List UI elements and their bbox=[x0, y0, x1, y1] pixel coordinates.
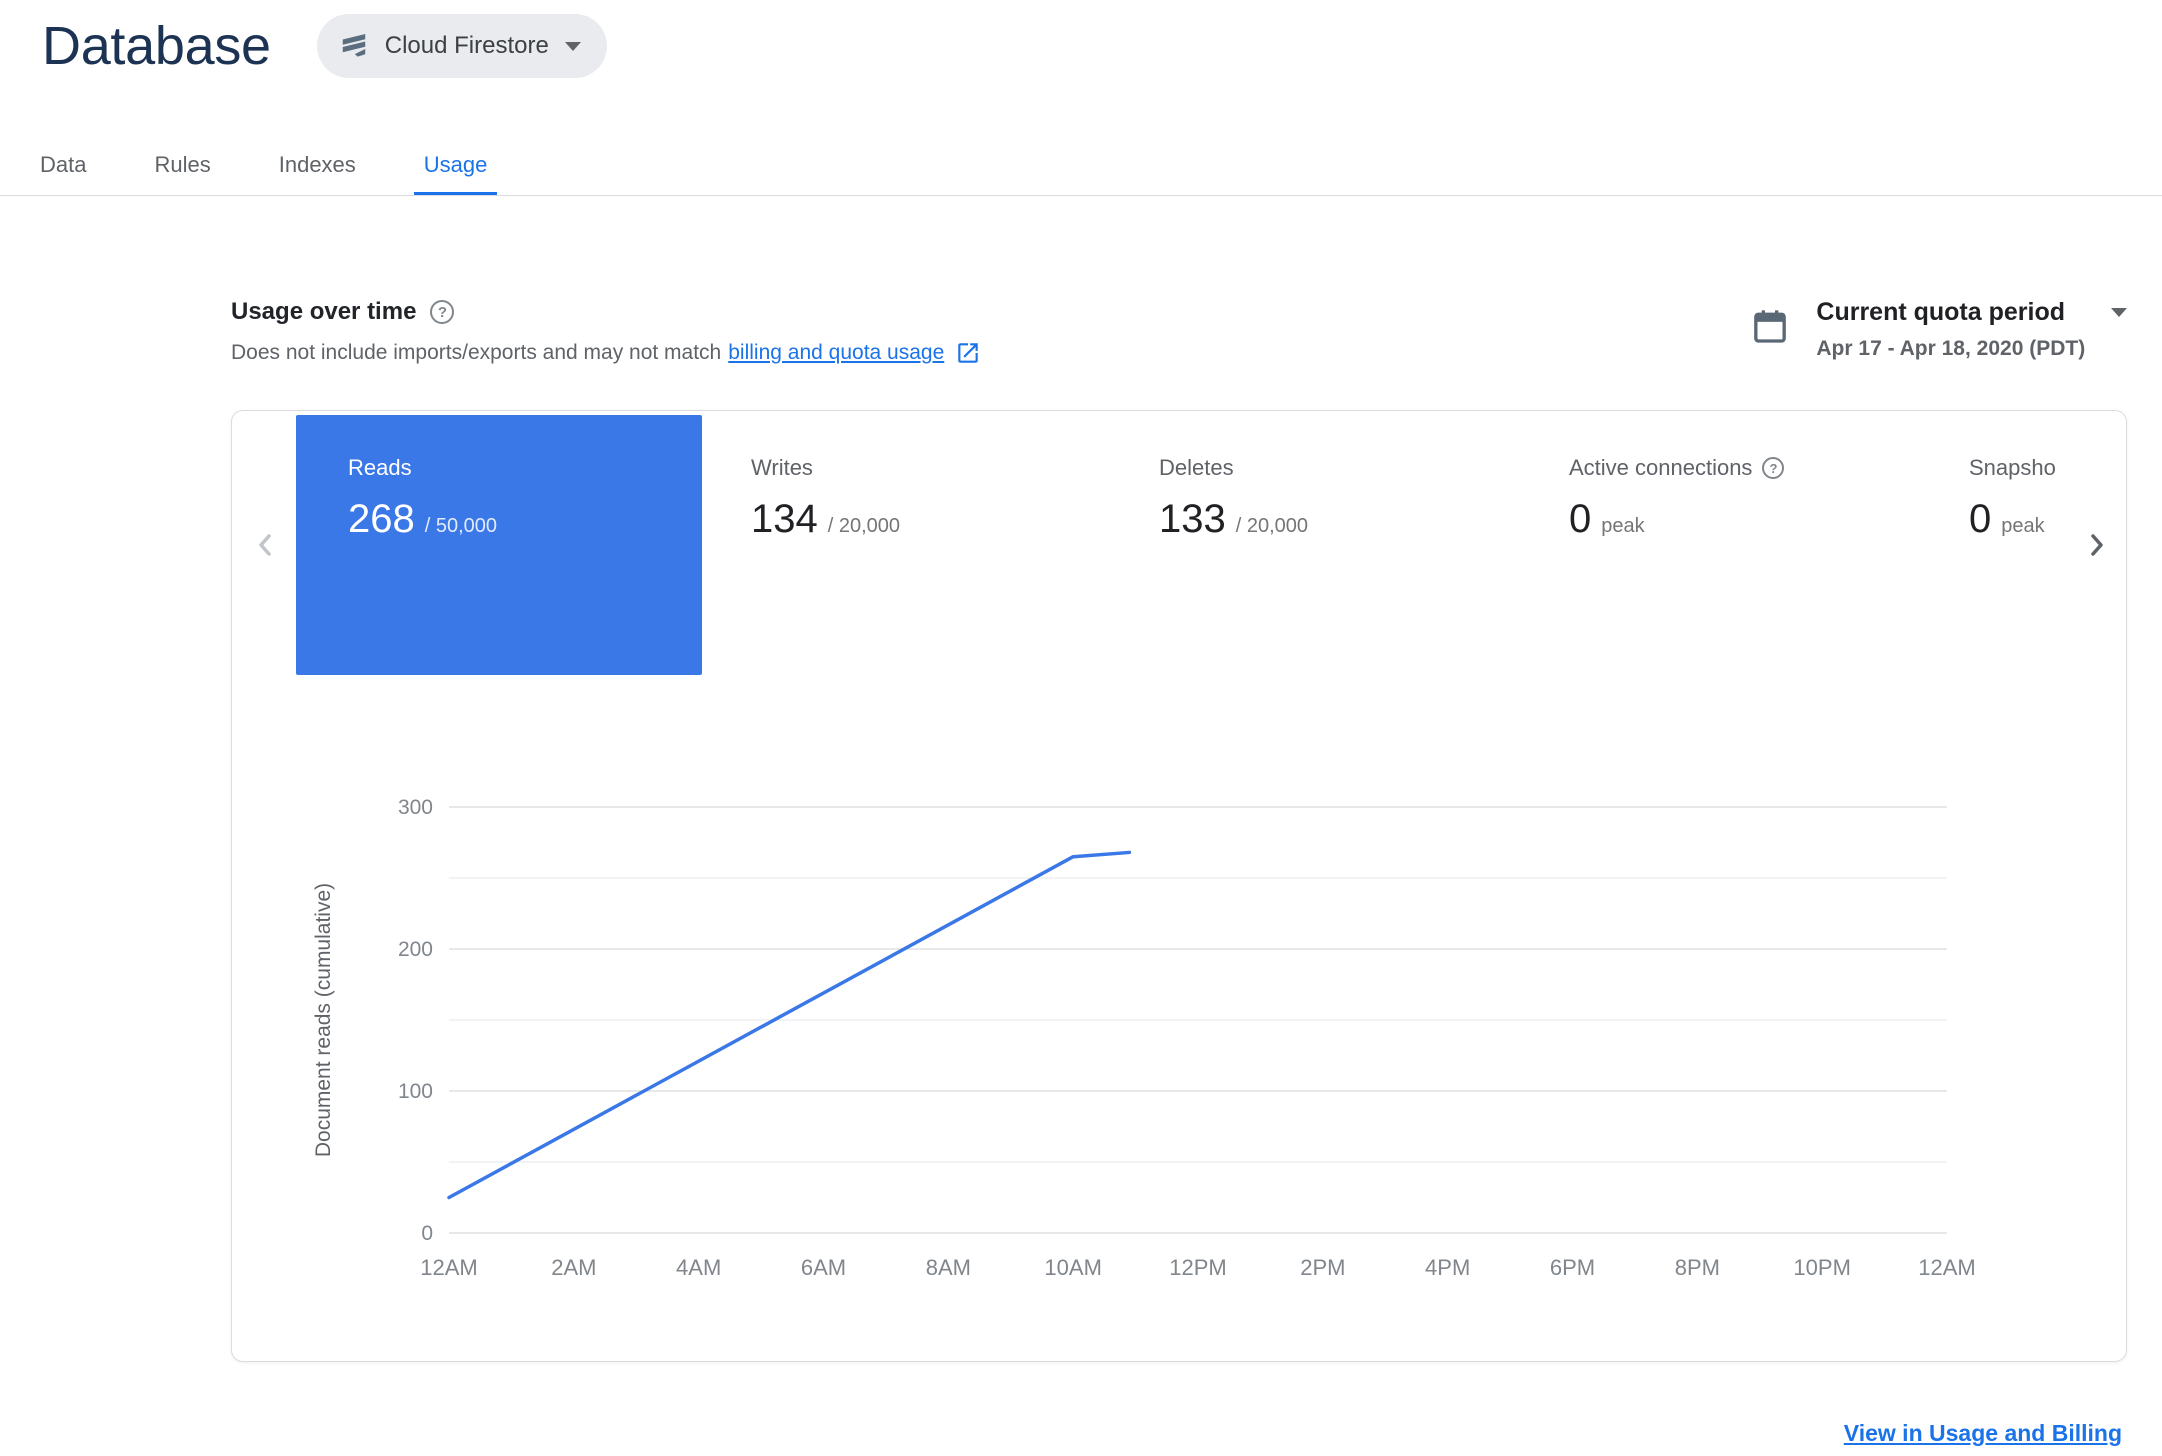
help-icon[interactable] bbox=[430, 300, 455, 324]
chevron-down-icon bbox=[564, 41, 581, 51]
usage-section-header: Usage over time Does not include imports… bbox=[231, 298, 2127, 366]
tab-usage[interactable]: Usage bbox=[413, 148, 498, 196]
metric-tile-deletes[interactable]: Deletes 133 / 20,000 bbox=[1159, 455, 1308, 542]
tab-rules[interactable]: Rules bbox=[144, 148, 220, 196]
svg-text:0: 0 bbox=[421, 1222, 433, 1245]
metric-value: 133 bbox=[1159, 497, 1226, 541]
svg-text:300: 300 bbox=[398, 796, 433, 819]
quota-period-label: Current quota period bbox=[1816, 298, 2065, 326]
metric-tile-reads[interactable]: Reads 268 / 50,000 bbox=[296, 415, 702, 675]
quota-period-texts: Current quota period Apr 17 - Apr 18, 20… bbox=[1816, 298, 2127, 361]
metric-label: Snapsho bbox=[1969, 455, 2056, 480]
usage-chart: 0 100 200 300 12AM 2AM 4AM 6AM 8AM 10AM 12PM 2PM 4PM… bbox=[312, 796, 1976, 1280]
metric-quota: peak bbox=[2001, 515, 2045, 537]
svg-text:200: 200 bbox=[398, 938, 433, 961]
usage-description: Does not include imports/exports and may… bbox=[231, 341, 722, 364]
svg-text:8AM: 8AM bbox=[926, 1255, 971, 1280]
tab-indexes[interactable]: Indexes bbox=[269, 148, 366, 196]
metric-label: Writes bbox=[751, 455, 813, 480]
svg-text:Document reads (cumulative): Document reads (cumulative) bbox=[312, 883, 335, 1157]
svg-text:2AM: 2AM bbox=[551, 1255, 596, 1280]
metric-tile-snapshots[interactable]: Snapsho 0 peak bbox=[1969, 455, 2056, 542]
quota-period-range: Apr 17 - Apr 18, 2020 (PDT) bbox=[1816, 337, 2086, 360]
svg-text:10AM: 10AM bbox=[1044, 1255, 1101, 1280]
metric-label: Deletes bbox=[1159, 455, 1234, 480]
external-link-icon[interactable] bbox=[955, 340, 981, 366]
svg-text:6AM: 6AM bbox=[801, 1255, 846, 1280]
usage-over-time-title: Usage over time bbox=[231, 298, 417, 325]
tab-label: Data bbox=[40, 152, 87, 177]
svg-text:12AM: 12AM bbox=[1918, 1255, 1975, 1280]
metric-quota: / 50,000 bbox=[424, 515, 498, 537]
tab-bar: Data Rules Indexes Usage bbox=[30, 148, 545, 196]
metric-tile-active-connections[interactable]: Active connections 0 peak bbox=[1569, 455, 1785, 542]
svg-text:100: 100 bbox=[398, 1080, 433, 1103]
svg-text:10PM: 10PM bbox=[1793, 1255, 1850, 1280]
view-usage-billing-link[interactable]: View in Usage and Billing bbox=[1844, 1420, 2122, 1447]
firestore-usage-page: Database Cloud Firestore Data Rules Inde… bbox=[0, 0, 2162, 1456]
svg-text:12AM: 12AM bbox=[420, 1255, 477, 1280]
billing-quota-link[interactable]: billing and quota usage bbox=[728, 341, 944, 365]
product-selector[interactable]: Cloud Firestore bbox=[316, 14, 607, 78]
svg-text:12PM: 12PM bbox=[1169, 1255, 1226, 1280]
metric-tile-writes[interactable]: Writes 134 / 20,000 bbox=[751, 455, 900, 542]
quota-period-selector[interactable]: Current quota period bbox=[1816, 298, 2127, 327]
carousel-next-button[interactable] bbox=[2080, 529, 2112, 564]
tab-label: Usage bbox=[423, 152, 488, 177]
chevron-down-icon bbox=[2111, 308, 2127, 317]
usage-card: Reads 268 / 50,000 Writes 134 / 20,000 D… bbox=[231, 410, 2127, 1362]
svg-text:2PM: 2PM bbox=[1300, 1255, 1345, 1280]
svg-text:6PM: 6PM bbox=[1550, 1255, 1595, 1280]
product-selector-label: Cloud Firestore bbox=[384, 32, 549, 59]
page-header: Database Cloud Firestore bbox=[42, 14, 607, 78]
firestore-icon bbox=[339, 30, 369, 63]
metric-quota: peak bbox=[1601, 515, 1645, 537]
svg-text:8PM: 8PM bbox=[1675, 1255, 1720, 1280]
help-icon[interactable] bbox=[1762, 457, 1785, 479]
metric-label: Reads bbox=[348, 455, 412, 480]
carousel-prev-button[interactable] bbox=[250, 529, 282, 564]
metric-value: 134 bbox=[751, 497, 818, 541]
metric-value: 0 bbox=[1969, 497, 1992, 541]
tab-label: Indexes bbox=[278, 152, 356, 177]
svg-text:4AM: 4AM bbox=[676, 1255, 721, 1280]
page-title: Database bbox=[42, 16, 271, 76]
tab-data[interactable]: Data bbox=[30, 148, 96, 196]
tab-bar-divider bbox=[0, 195, 2162, 196]
metric-quota: / 20,000 bbox=[1235, 515, 1309, 537]
metric-label: Active connections bbox=[1569, 455, 1753, 480]
usage-header-left: Usage over time Does not include imports… bbox=[231, 298, 981, 366]
tab-label: Rules bbox=[154, 152, 211, 177]
quota-period-block: Current quota period Apr 17 - Apr 18, 20… bbox=[1750, 298, 2127, 361]
svg-text:4PM: 4PM bbox=[1425, 1255, 1470, 1280]
calendar-icon bbox=[1750, 306, 1790, 351]
metric-quota: / 20,000 bbox=[827, 515, 901, 537]
metric-value: 0 bbox=[1569, 497, 1592, 541]
metric-value: 268 bbox=[348, 497, 415, 541]
